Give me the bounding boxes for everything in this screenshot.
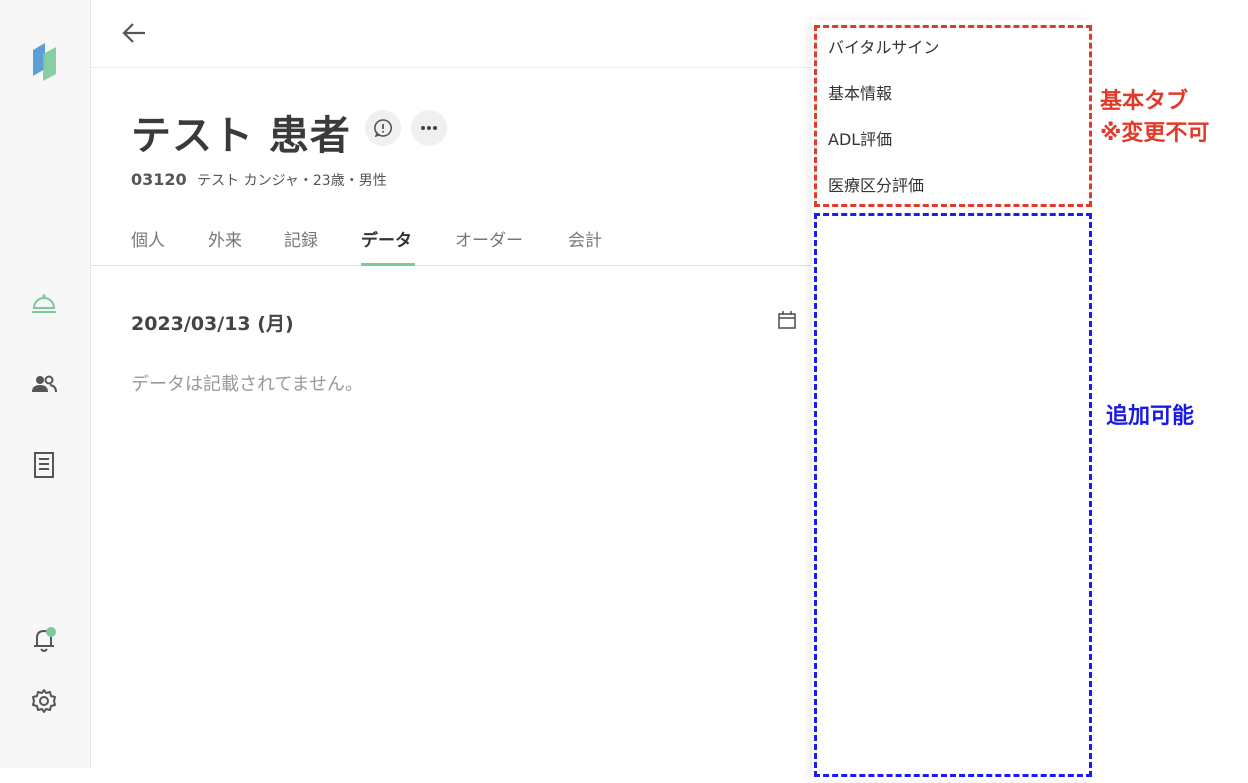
annotation-line: ※変更不可 [1100,121,1210,146]
people-icon[interactable] [28,368,60,400]
active-tab-indicator [361,263,415,266]
patient-tabs: 個人 外来 記録 データ オーダー 会計 [91,212,811,266]
patient-detail: テスト カンジャ・23歳・男性 [197,173,387,189]
patient-meta: 03120 テスト カンジャ・23歳・男性 [131,170,387,190]
tab-records[interactable]: 記録 [284,226,318,251]
patient-id: 03120 [131,170,187,189]
tab-billing[interactable]: 会計 [568,226,602,251]
addable-area-highlight-box [814,213,1092,777]
basic-tabs-highlight-box [814,25,1092,207]
bell-icon[interactable] [28,624,60,656]
nav-rail [0,0,91,768]
empty-data-message: データは記載されてません。 [131,374,364,395]
dome-cloche-icon[interactable] [28,287,60,319]
receipt-icon[interactable] [28,449,60,481]
calendar-icon[interactable] [776,309,798,331]
app-logo[interactable] [29,40,59,84]
tab-personal[interactable]: 個人 [131,226,165,251]
tab-orders[interactable]: オーダー [455,226,523,251]
more-horizontal-icon[interactable] [411,110,447,146]
basic-tabs-annotation: 基本タブ ※変更不可 [1100,86,1209,150]
tab-outpatient[interactable]: 外来 [208,226,242,251]
addable-annotation: 追加可能 [1106,404,1195,429]
tab-data[interactable]: データ [361,226,412,251]
selected-date: 2023/03/13 (月) [131,313,294,335]
annotation-line: 基本タブ [1100,89,1189,114]
back-arrow-icon[interactable] [119,18,149,48]
alert-bubble-icon[interactable] [365,110,401,146]
patient-name: テスト 患者 [131,113,351,159]
gear-icon[interactable] [28,685,60,717]
